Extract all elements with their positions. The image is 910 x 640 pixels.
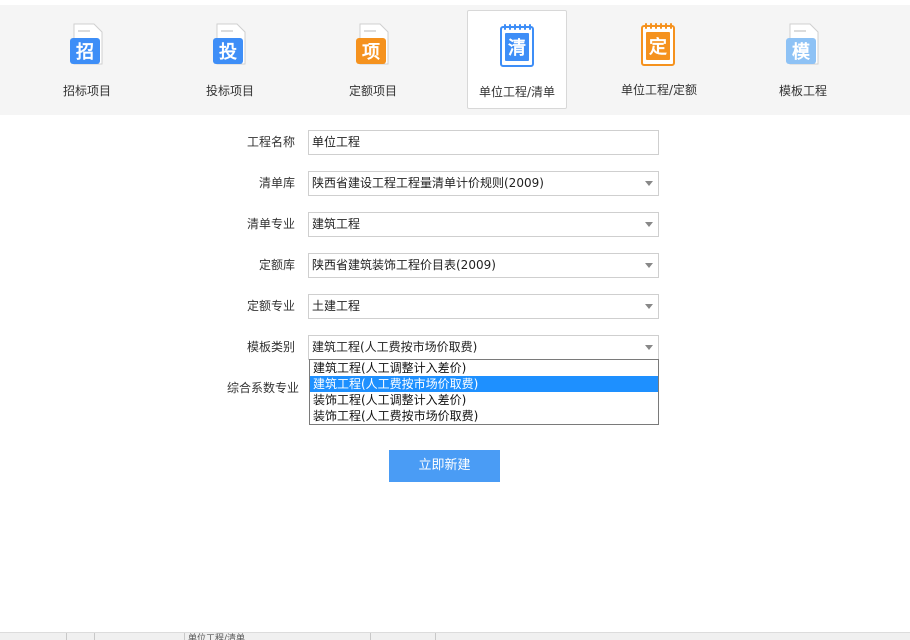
project-name-label: 工程名称	[246, 135, 295, 149]
chevron-down-icon[interactable]	[645, 304, 653, 309]
bill-major-select[interactable]: 建筑工程	[308, 212, 659, 237]
bill-notebook-icon: 清	[500, 24, 534, 67]
project-type-toolbar: 招招标项目投投标项目项定额项目清单位工程/清单定单位工程/定额模模板工程	[0, 5, 910, 115]
table-divider	[184, 633, 185, 640]
bill-major-label: 清单专业	[246, 217, 295, 231]
icon-glyph: 清	[508, 38, 526, 59]
quota-major-select[interactable]: 土建工程	[308, 294, 659, 319]
dropdown-option[interactable]: 建筑工程(人工费按市场价取费)	[310, 376, 658, 392]
bill-library-label: 清单库	[258, 176, 295, 190]
dropdown-option[interactable]: 建筑工程(人工调整计入差价)	[310, 360, 658, 376]
table-divider	[370, 633, 371, 640]
table-divider	[94, 633, 95, 640]
toolbar-item-label: 单位工程/清单	[478, 85, 556, 99]
bid-doc-icon: 招	[70, 23, 103, 65]
chevron-down-icon[interactable]	[645, 181, 653, 186]
tender-doc-icon: 投	[213, 23, 246, 65]
icon-glyph: 定	[649, 36, 667, 58]
template-type-value: 建筑工程(人工费按市场价取费)	[312, 340, 478, 354]
toolbar-item-label: 定额项目	[348, 84, 397, 98]
toolbar-item-label: 单位工程/定额	[620, 83, 698, 97]
dropdown-option[interactable]: 装饰工程(人工费按市场价取费)	[310, 408, 658, 424]
icon-glyph: 招	[76, 41, 94, 63]
toolbar-item-label: 模板工程	[778, 84, 827, 98]
chevron-down-icon[interactable]	[645, 263, 653, 268]
coefficient-major-label: 综合系数专业	[226, 381, 299, 395]
quota-library-value: 陕西省建筑装饰工程价目表(2009)	[312, 258, 496, 272]
bill-major-value: 建筑工程	[312, 217, 361, 231]
quota-major-label: 定额专业	[246, 299, 295, 313]
quota-library-select[interactable]: 陕西省建筑装饰工程价目表(2009)	[308, 253, 659, 278]
template-type-select[interactable]: 建筑工程(人工费按市场价取费)	[308, 335, 659, 360]
template-doc-icon: 模	[786, 23, 819, 65]
toolbar-item-4[interactable]: 定单位工程/定额	[609, 10, 709, 109]
project-name-input[interactable]: 单位工程	[308, 130, 659, 155]
quota-notebook-icon: 定	[641, 23, 675, 66]
dropdown-option[interactable]: 装饰工程(人工调整计入差价)	[310, 392, 658, 408]
template-type-dropdown-list[interactable]: 建筑工程(人工调整计入差价) 建筑工程(人工费按市场价取费) 装饰工程(人工调整计入…	[309, 359, 659, 425]
toolbar-item-2[interactable]: 项定额项目	[323, 10, 423, 109]
table-divider	[66, 633, 67, 640]
icon-glyph: 投	[219, 41, 237, 63]
bill-library-select[interactable]: 陕西省建设工程工程量清单计价规则(2009)	[308, 171, 659, 196]
toolbar-item-label: 招标项目	[62, 84, 111, 98]
create-now-button[interactable]: 立即新建	[389, 450, 500, 482]
toolbar-item-1[interactable]: 投投标项目	[180, 10, 280, 109]
quota-project-doc-icon: 项	[356, 23, 389, 65]
quota-library-label: 定额库	[258, 258, 295, 272]
quota-major-value: 土建工程	[312, 299, 361, 313]
toolbar-item-5[interactable]: 模模板工程	[753, 10, 853, 109]
chevron-down-icon[interactable]	[645, 345, 653, 350]
bottom-table-strip: 单位工程/清单	[0, 632, 910, 640]
template-type-label: 模板类别	[246, 340, 295, 354]
chevron-down-icon[interactable]	[645, 222, 653, 227]
table-cell-text: 单位工程/清单	[188, 634, 246, 640]
toolbar-item-0[interactable]: 招招标项目	[37, 10, 137, 109]
bill-library-value: 陕西省建设工程工程量清单计价规则(2009)	[312, 176, 544, 190]
table-divider	[435, 633, 436, 640]
toolbar-item-3[interactable]: 清单位工程/清单	[467, 10, 567, 109]
project-name-value: 单位工程	[312, 135, 361, 149]
toolbar-item-label: 投标项目	[205, 84, 254, 98]
icon-glyph: 模	[792, 41, 811, 63]
icon-glyph: 项	[362, 42, 380, 63]
